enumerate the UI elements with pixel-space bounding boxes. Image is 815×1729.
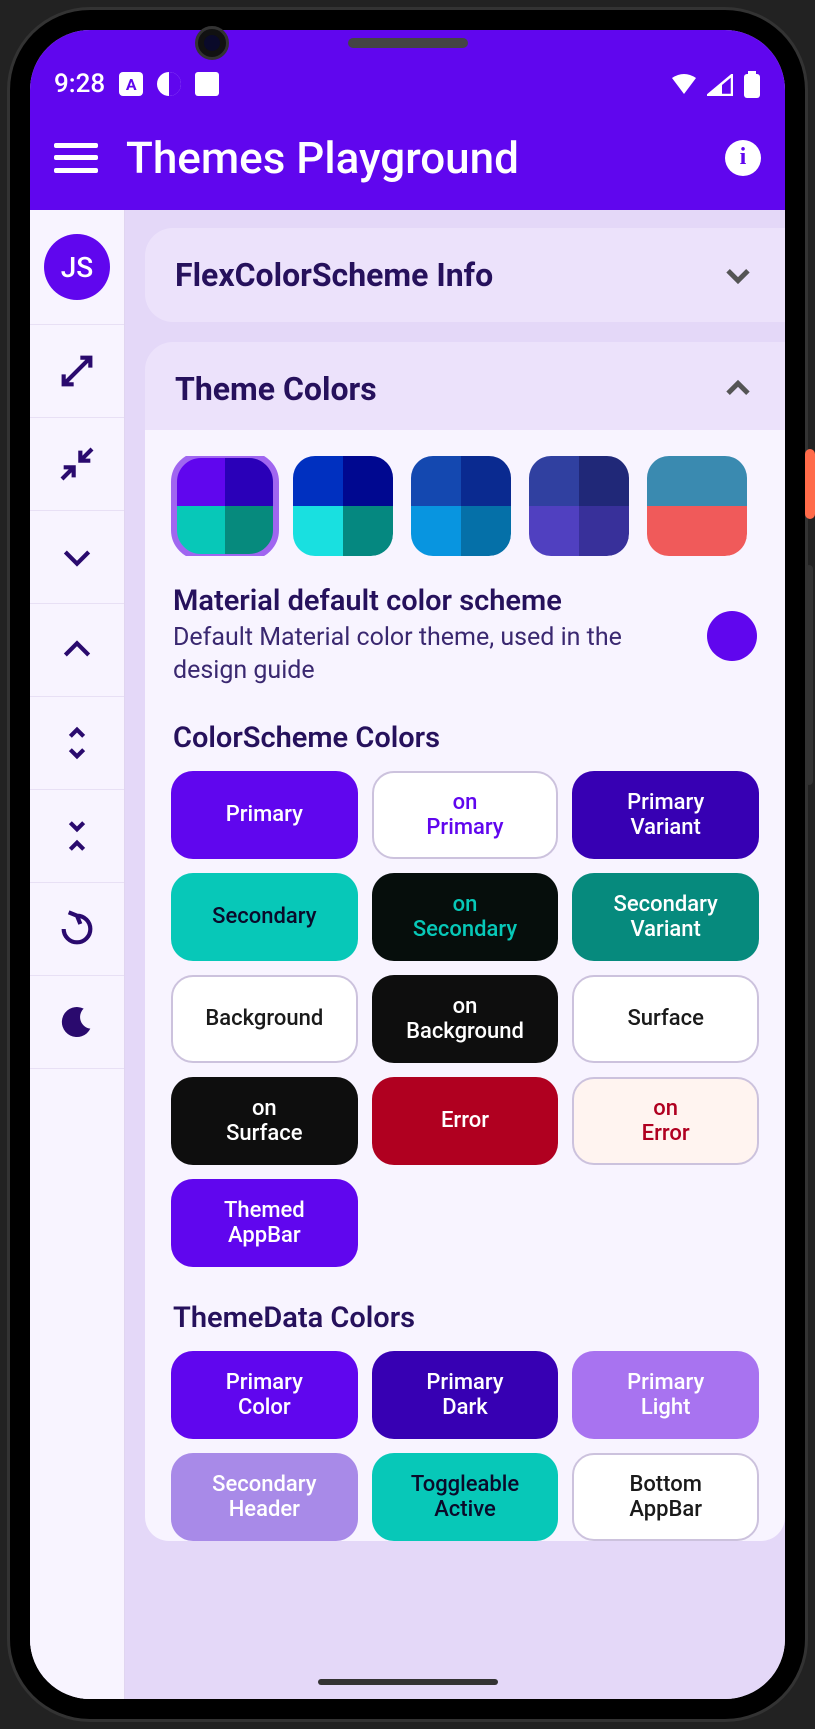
color-chip[interactable]: onSecondary bbox=[372, 873, 559, 961]
colorscheme-grid: PrimaryonPrimaryPrimaryVariantSecondaryo… bbox=[167, 771, 763, 1267]
info-button[interactable]: i bbox=[725, 140, 761, 176]
color-chip[interactable]: SecondaryHeader bbox=[171, 1453, 358, 1541]
chevron-down-icon bbox=[721, 258, 755, 292]
theme-swatches[interactable] bbox=[167, 456, 763, 556]
theme-swatch[interactable] bbox=[647, 456, 747, 556]
menu-icon[interactable] bbox=[54, 143, 98, 173]
theme-swatch[interactable] bbox=[175, 456, 275, 556]
info-card-header[interactable]: FlexColorScheme Info bbox=[175, 256, 755, 294]
sidebar-avatar[interactable]: JS bbox=[30, 210, 124, 325]
themedata-grid: PrimaryColorPrimaryDarkPrimaryLight Secon… bbox=[167, 1351, 763, 1541]
sidebar-collapse-icon[interactable] bbox=[30, 418, 124, 511]
color-chip[interactable]: ToggleableActive bbox=[372, 1453, 559, 1541]
app-bar: Themes Playground i bbox=[30, 105, 785, 210]
color-chip[interactable]: PrimaryLight bbox=[572, 1351, 759, 1439]
color-chip[interactable]: SecondaryVariant bbox=[572, 873, 759, 961]
color-chip[interactable]: Surface bbox=[572, 975, 759, 1063]
battery-icon bbox=[743, 71, 761, 99]
home-indicator bbox=[318, 1679, 498, 1685]
app-title: Themes Playground bbox=[126, 132, 697, 184]
badge-icon: A bbox=[119, 72, 143, 96]
scheme-info[interactable]: Material default color scheme Default Ma… bbox=[167, 584, 763, 687]
sidebar-reset-icon[interactable] bbox=[30, 883, 124, 976]
sidebar-unfold-icon[interactable] bbox=[30, 697, 124, 790]
theme-card-title: Theme Colors bbox=[175, 370, 377, 408]
color-chip[interactable]: BottomAppBar bbox=[572, 1453, 759, 1541]
color-chip[interactable]: PrimaryVariant bbox=[572, 771, 759, 859]
themedata-heading: ThemeData Colors bbox=[173, 1301, 763, 1335]
sidebar-fold-icon[interactable] bbox=[30, 790, 124, 883]
wifi-icon bbox=[671, 74, 697, 96]
sidebar-chevron-down-icon[interactable] bbox=[30, 511, 124, 604]
theme-swatch[interactable] bbox=[529, 456, 629, 556]
color-chip[interactable]: onBackground bbox=[372, 975, 559, 1063]
info-card-title: FlexColorScheme Info bbox=[175, 256, 493, 294]
color-chip[interactable]: ThemedAppBar bbox=[171, 1179, 358, 1267]
theme-card-header[interactable]: Theme Colors bbox=[175, 370, 755, 430]
scheme-desc: Default Material color theme, used in th… bbox=[173, 622, 687, 687]
theme-swatch[interactable] bbox=[411, 456, 511, 556]
color-chip[interactable]: Secondary bbox=[171, 873, 358, 961]
theme-swatch[interactable] bbox=[293, 456, 393, 556]
contrast-icon bbox=[157, 72, 181, 96]
color-chip[interactable]: PrimaryColor bbox=[171, 1351, 358, 1439]
sidebar-darkmode-icon[interactable] bbox=[30, 976, 124, 1069]
theme-card: Theme Colors Material default color sche… bbox=[145, 342, 785, 1513]
color-chip[interactable]: Background bbox=[171, 975, 358, 1063]
signal-icon bbox=[707, 74, 733, 96]
scheme-title: Material default color scheme bbox=[173, 584, 687, 618]
color-chip[interactable]: PrimaryDark bbox=[372, 1351, 559, 1439]
color-chip[interactable]: Primary bbox=[171, 771, 358, 859]
scheme-color-dot bbox=[707, 611, 757, 661]
color-chip[interactable]: onError bbox=[572, 1077, 759, 1165]
sidebar: JS bbox=[30, 210, 125, 1699]
color-chip[interactable]: Error bbox=[372, 1077, 559, 1165]
sidebar-expand-icon[interactable] bbox=[30, 325, 124, 418]
content-area: FlexColorScheme Info Theme Colors Materi bbox=[125, 210, 785, 1699]
color-chip[interactable]: onSurface bbox=[171, 1077, 358, 1165]
color-chip[interactable]: onPrimary bbox=[372, 771, 559, 859]
colorscheme-heading: ColorScheme Colors bbox=[173, 721, 763, 755]
sd-icon bbox=[195, 72, 219, 96]
sidebar-chevron-up-icon[interactable] bbox=[30, 604, 124, 697]
status-time: 9:28 bbox=[54, 69, 105, 99]
info-card: FlexColorScheme Info bbox=[145, 228, 785, 322]
chevron-up-icon bbox=[721, 372, 755, 406]
